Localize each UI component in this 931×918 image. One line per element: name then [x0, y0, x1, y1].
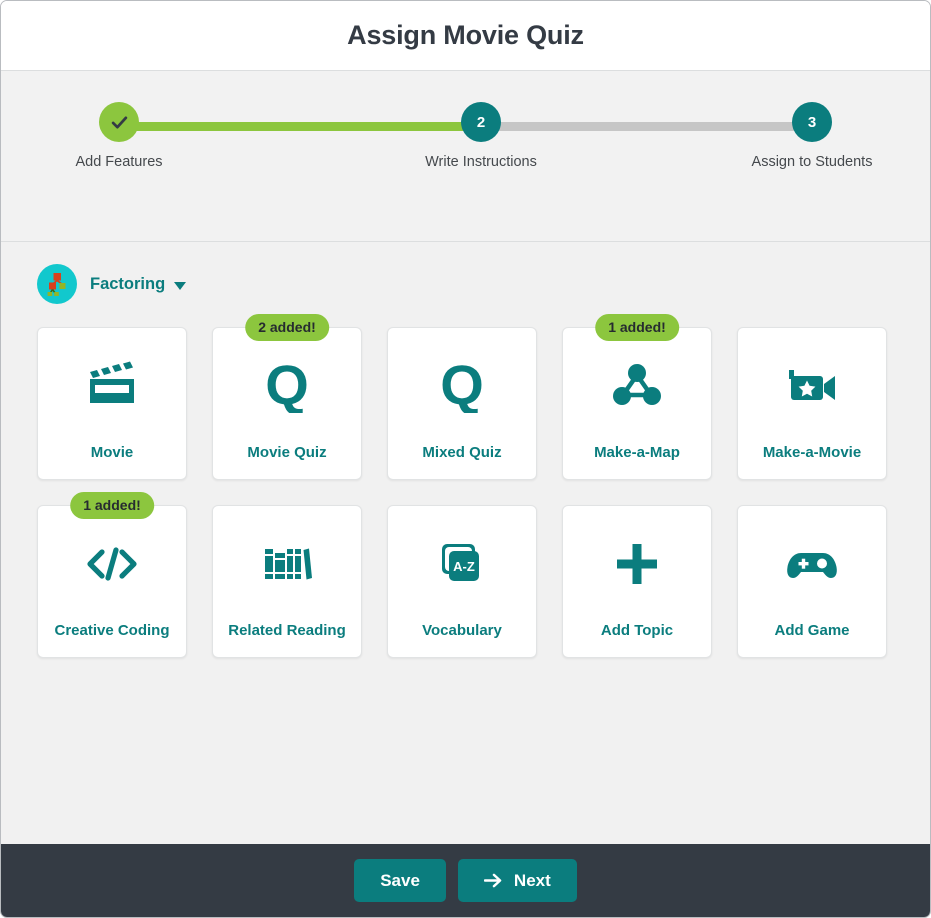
- letter-q-icon: Q: [213, 328, 361, 444]
- next-button-label: Next: [513, 870, 551, 890]
- stepper-step-assign-to-students[interactable]: 3 Assign to Students: [737, 97, 887, 170]
- feature-card-vocabulary[interactable]: A-Z Vocabulary: [387, 505, 537, 658]
- next-button[interactable]: Next: [457, 859, 577, 902]
- video-camera-star-icon: [738, 328, 886, 444]
- plus-icon: [563, 506, 711, 622]
- letter-q-icon: Q: [388, 328, 536, 444]
- feature-card-movie[interactable]: Movie: [37, 327, 187, 480]
- stepper-bubble-3[interactable]: 3: [792, 102, 832, 142]
- feature-card-make-a-movie[interactable]: Make-a-Movie: [737, 327, 887, 480]
- feature-card-label: Add Topic: [600, 622, 674, 640]
- feature-card-label: Related Reading: [228, 622, 346, 640]
- stepper-step-write-instructions[interactable]: 2 Write Instructions: [406, 97, 556, 170]
- topic-name: Factoring: [90, 274, 166, 293]
- save-button[interactable]: Save: [354, 859, 446, 902]
- added-badge: 2 added!: [245, 314, 329, 341]
- stepper-bubble-1[interactable]: [99, 102, 139, 142]
- feature-card-label: Creative Coding: [54, 622, 170, 640]
- progress-stepper: Add Features 2 Write Instructions 3 Assi…: [37, 97, 894, 177]
- stepper-label-2: Write Instructions: [425, 154, 537, 170]
- feature-card-label: Make-a-Map: [594, 444, 680, 462]
- stepper-step-add-features[interactable]: Add Features: [44, 97, 194, 170]
- modal-body: Factoring Movie 2 added! Q Movie Quiz Q …: [1, 242, 930, 844]
- feature-card-mixed-quiz[interactable]: Q Mixed Quiz: [387, 327, 537, 480]
- modal-header: Assign Movie Quiz: [1, 1, 930, 71]
- feature-card-label: Add Game: [774, 622, 850, 640]
- svg-text:A-Z: A-Z: [453, 559, 475, 574]
- code-brackets-icon: [38, 506, 186, 622]
- arrow-right-icon: [483, 873, 502, 888]
- added-badge: 1 added!: [595, 314, 679, 341]
- feature-card-label: Movie Quiz: [247, 444, 327, 462]
- save-button-label: Save: [380, 870, 420, 890]
- books-icon: [213, 506, 361, 622]
- progress-stepper-region: Add Features 2 Write Instructions 3 Assi…: [1, 71, 930, 242]
- stepper-label-3: Assign to Students: [751, 154, 873, 170]
- feature-card-add-topic[interactable]: Add Topic: [562, 505, 712, 658]
- topic-selector[interactable]: Factoring: [37, 262, 894, 306]
- added-badge: 1 added!: [70, 492, 154, 519]
- svg-text:Q: Q: [440, 359, 484, 413]
- stepper-label-1: Add Features: [75, 154, 163, 170]
- svg-text:Q: Q: [265, 359, 309, 413]
- chevron-down-icon[interactable]: [174, 281, 187, 290]
- factor-tree-icon: [37, 264, 77, 304]
- modal-footer: Save Next: [1, 844, 930, 917]
- node-graph-icon: [563, 328, 711, 444]
- feature-card-label: Vocabulary: [422, 622, 502, 640]
- check-icon: [111, 115, 127, 129]
- feature-card-add-game[interactable]: Add Game: [737, 505, 887, 658]
- feature-card-label: Make-a-Movie: [762, 444, 862, 462]
- gamepad-icon: [738, 506, 886, 622]
- feature-card-related-reading[interactable]: Related Reading: [212, 505, 362, 658]
- page-title: Assign Movie Quiz: [347, 20, 584, 50]
- az-cards-icon: A-Z: [388, 506, 536, 622]
- feature-card-label: Mixed Quiz: [422, 444, 502, 462]
- clapperboard-icon: [38, 328, 186, 444]
- stepper-bubble-2[interactable]: 2: [461, 102, 501, 142]
- feature-card-movie-quiz[interactable]: 2 added! Q Movie Quiz: [212, 314, 362, 480]
- assign-movie-quiz-modal: Assign Movie Quiz Add Features 2 Write I…: [0, 0, 931, 918]
- feature-card-make-a-map[interactable]: 1 added! Make-a-Map: [562, 314, 712, 480]
- feature-card-label: Movie: [90, 444, 134, 462]
- feature-card-grid: Movie 2 added! Q Movie Quiz Q Mixed Quiz…: [37, 314, 894, 658]
- feature-card-creative-coding[interactable]: 1 added! Creative Coding: [37, 492, 187, 658]
